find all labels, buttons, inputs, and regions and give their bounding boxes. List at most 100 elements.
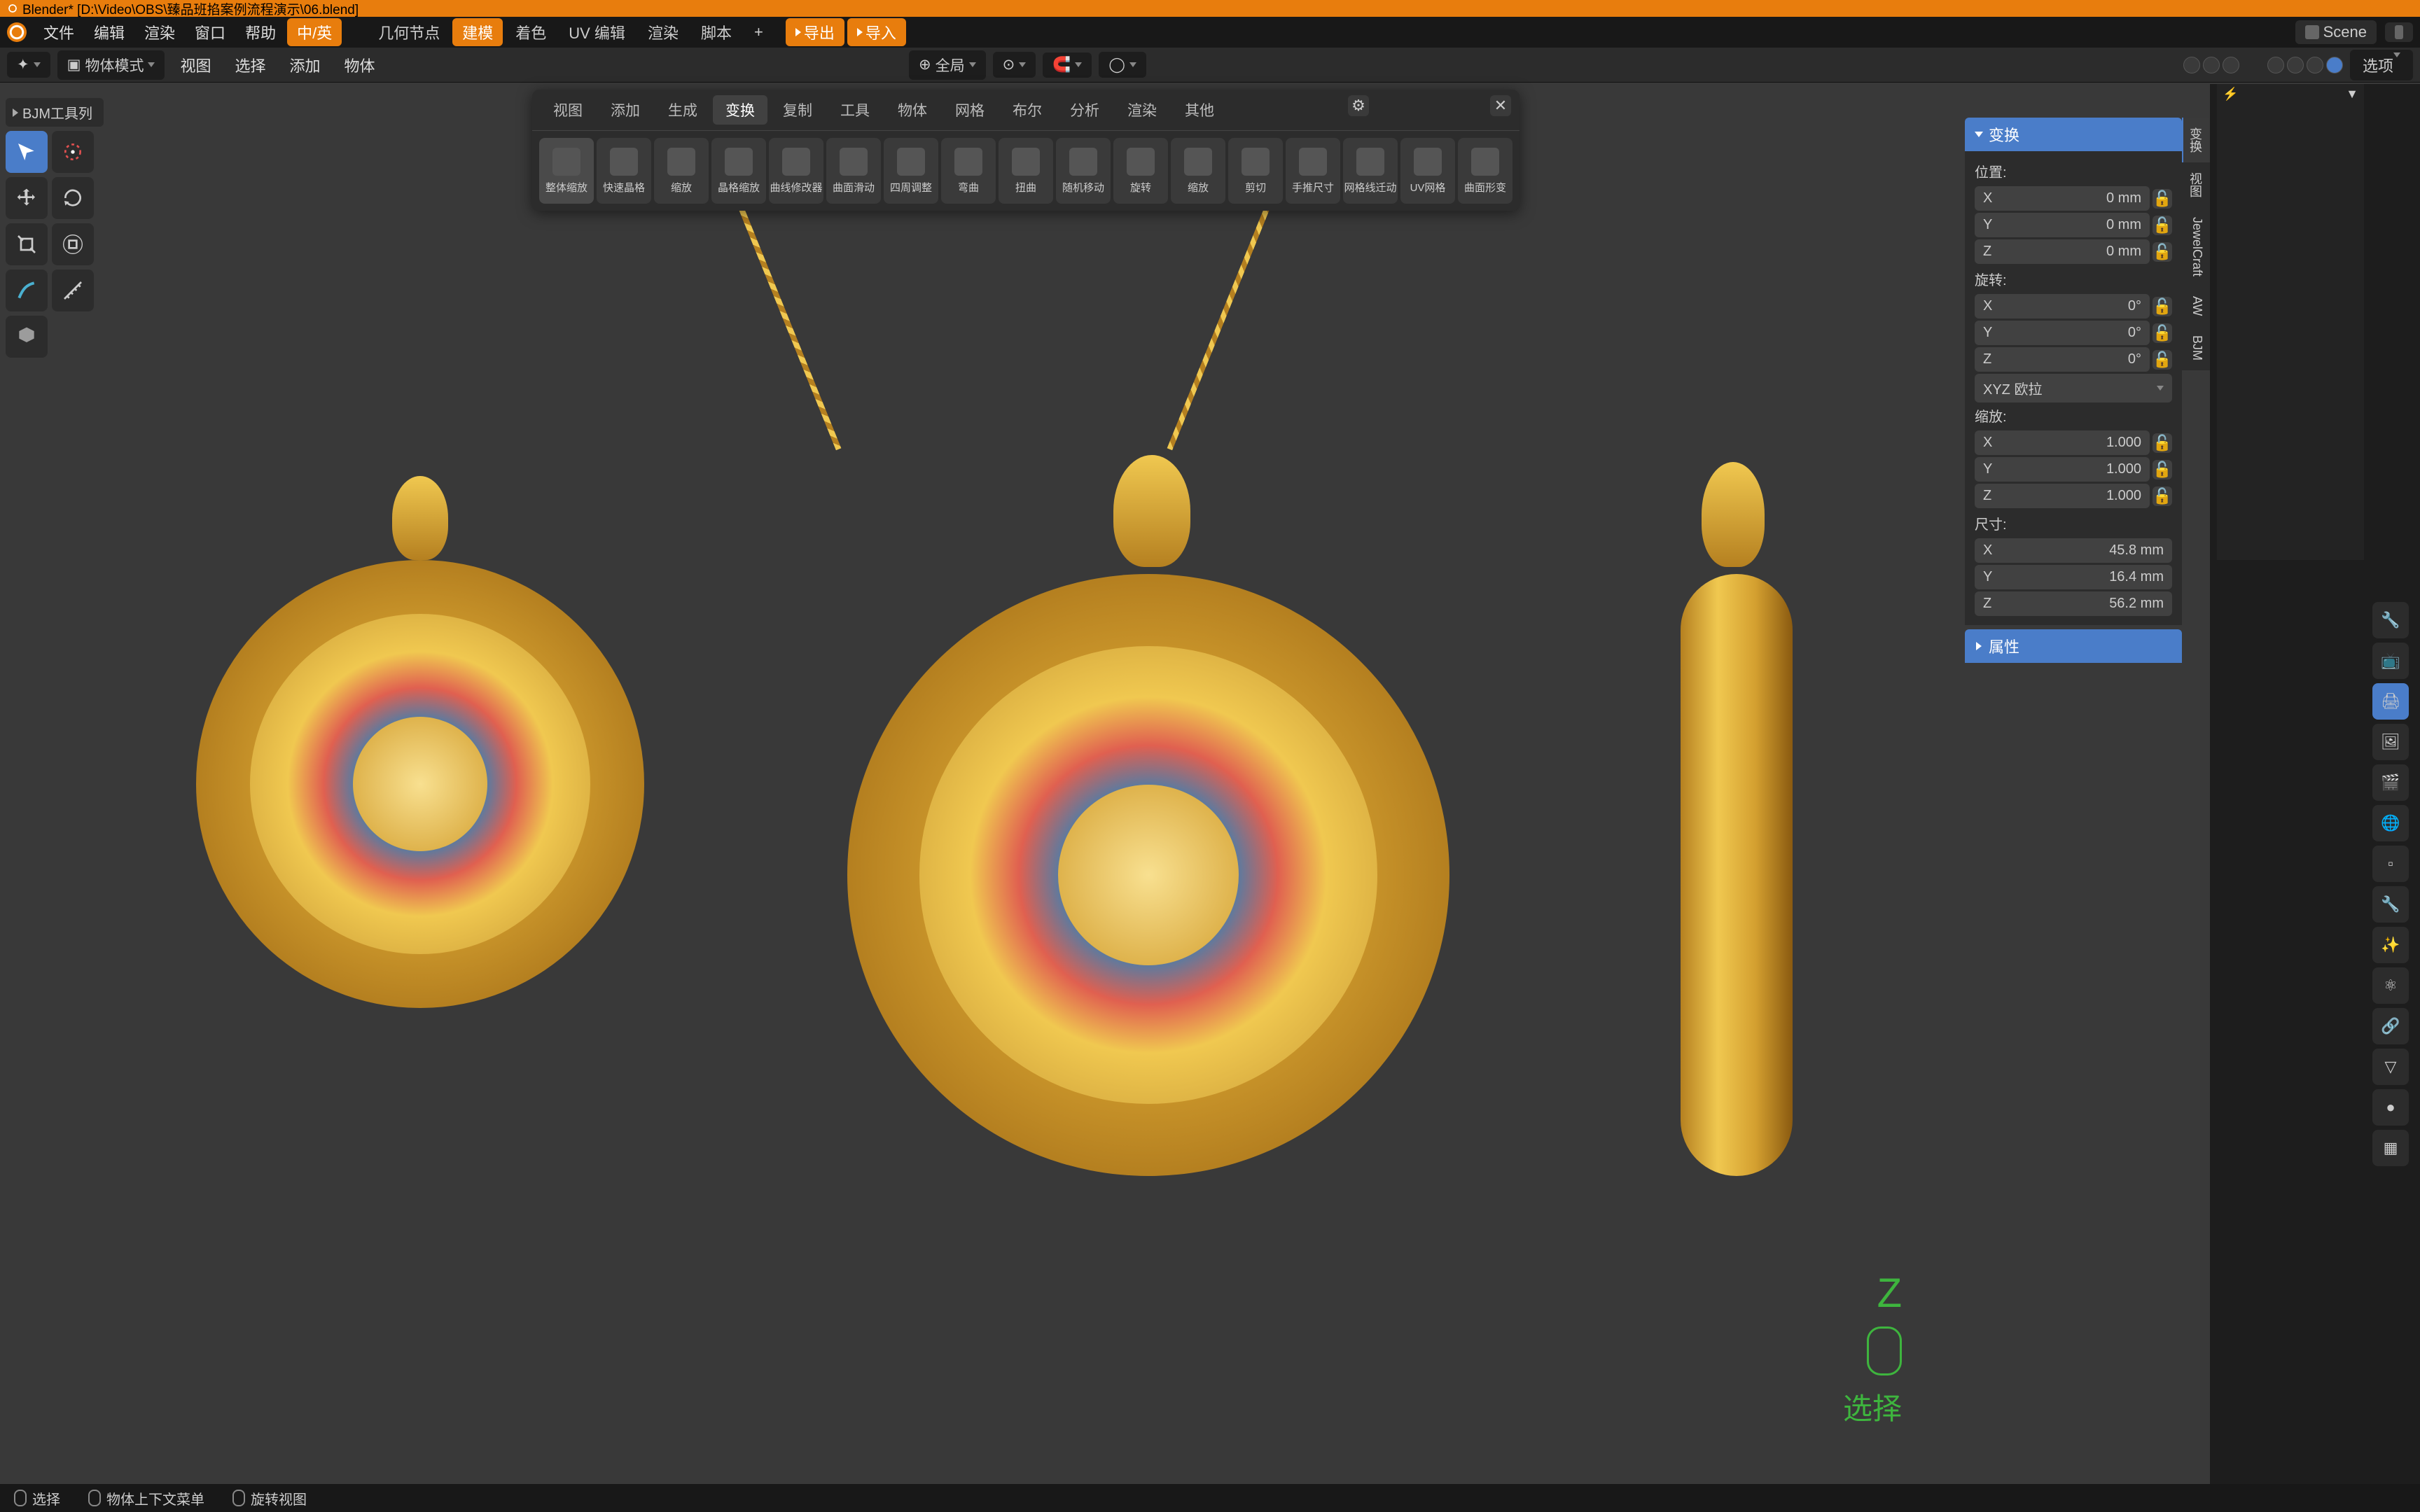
fp-tool[interactable]: 剪切 [1228,138,1283,204]
fp-tool[interactable]: 晶格缩放 [711,138,766,204]
tool-transform[interactable] [52,223,94,265]
rot-x[interactable]: X0° [1975,294,2150,318]
scene-selector[interactable]: Scene [2295,20,2377,44]
prop-material-icon[interactable]: ● [2372,1089,2409,1126]
prop-constraints-icon[interactable]: 🔗 [2372,1008,2409,1044]
fp-tab[interactable]: 复制 [770,95,825,125]
options-dropdown[interactable]: 选项 [2350,50,2413,80]
fp-tool[interactable]: 曲面滑动 [826,138,881,204]
rot-y[interactable]: Y0° [1975,321,2150,345]
lock-icon[interactable]: 🔓 [2153,323,2172,343]
tool-add-cube[interactable] [6,316,48,358]
prop-world-icon[interactable]: 🌐 [2372,805,2409,841]
fp-tab[interactable]: 其他 [1172,95,1227,125]
rot-z[interactable]: Z0° [1975,347,2150,372]
header-view[interactable]: 视图 [172,51,219,79]
fp-tool[interactable]: 整体缩放 [539,138,594,204]
fp-tool[interactable]: 网格线迁动 [1343,138,1398,204]
xray-icon[interactable] [2223,57,2239,74]
fp-tab[interactable]: 物体 [885,95,940,125]
workspace-add[interactable]: + [744,20,773,44]
menu-window[interactable]: 窗口 [186,18,234,46]
workspace-rendering[interactable]: 渲染 [638,18,688,46]
side-tab-aw[interactable]: AW [2182,286,2210,326]
viewlayer-selector[interactable] [2385,22,2413,42]
menu-render[interactable]: 渲染 [136,18,183,46]
prop-render-icon[interactable]: 📺 [2372,643,2409,679]
fp-tool[interactable]: 缩放 [654,138,709,204]
lock-icon[interactable]: 🔓 [2153,189,2172,209]
scale-y[interactable]: Y1.000 [1975,457,2150,482]
fp-tool[interactable]: 弯曲 [941,138,996,204]
tool-cursor[interactable] [52,131,94,173]
filter-icon[interactable]: ⚡ [2223,87,2238,102]
fp-tool[interactable]: 缩放 [1171,138,1225,204]
fp-tool[interactable]: 旋转 [1113,138,1168,204]
fp-tab[interactable]: 添加 [598,95,653,125]
prop-modifier-icon[interactable]: 🔧 [2372,886,2409,923]
import-button[interactable]: 导入 [847,18,906,46]
menu-help[interactable]: 帮助 [237,18,284,46]
proportional[interactable]: ◯ [1099,52,1146,78]
dim-y[interactable]: Y16.4 mm [1975,565,2172,589]
language-toggle[interactable]: 中/英 [287,18,342,46]
workspace-script[interactable]: 脚本 [691,18,742,46]
prop-tool-icon[interactable]: 🔧 [2372,602,2409,638]
export-button[interactable]: 导出 [786,18,844,46]
fp-tool[interactable]: 快速晶格 [597,138,651,204]
dim-z[interactable]: Z56.2 mm [1975,592,2172,616]
close-icon[interactable]: ✕ [1490,95,1511,116]
loc-y[interactable]: Y0 mm [1975,213,2150,237]
fp-tool[interactable]: 曲线修改器 [769,138,823,204]
header-add[interactable]: 添加 [281,51,328,79]
prop-texture-icon[interactable]: ▦ [2372,1130,2409,1166]
fp-tool[interactable]: 曲面形变 [1458,138,1512,204]
dim-x[interactable]: X45.8 mm [1975,538,2172,563]
menu-file[interactable]: 文件 [35,18,83,46]
gizmo-toggle-icon[interactable] [2203,57,2220,74]
wireframe-icon[interactable] [2267,57,2284,74]
side-tab-jewelcraft[interactable]: JewelCraft [2182,207,2210,286]
header-select[interactable]: 选择 [226,51,274,79]
fp-tab[interactable]: 视图 [541,95,595,125]
tool-measure[interactable] [52,270,94,312]
loc-x[interactable]: X0 mm [1975,186,2150,211]
scale-z[interactable]: Z1.000 [1975,484,2150,508]
prop-output-icon[interactable]: 🖨 [2372,683,2409,720]
tool-select-box[interactable] [6,131,48,173]
rendered-icon[interactable] [2326,57,2343,74]
3d-viewport[interactable]: Z 选择 [0,84,2182,1484]
solid-icon[interactable] [2287,57,2304,74]
prop-physics-icon[interactable]: ⚛ [2372,967,2409,1004]
shading-modes[interactable] [2267,57,2343,74]
side-tab-bjm[interactable]: BJM [2182,326,2210,370]
workspace-geo-nodes[interactable]: 几何节点 [368,18,450,46]
snap[interactable]: 🧲 [1043,52,1092,78]
workspace-shading[interactable]: 着色 [506,18,556,46]
lock-icon[interactable]: 🔓 [2153,242,2172,262]
fp-tool[interactable]: 随机移动 [1056,138,1111,204]
scale-x[interactable]: X1.000 [1975,430,2150,455]
editor-type[interactable]: ✦ [7,52,50,78]
filter-icon[interactable]: ▼ [2346,87,2358,102]
fp-tool[interactable]: 扭曲 [999,138,1053,204]
lock-icon[interactable]: 🔓 [2153,216,2172,235]
prop-data-icon[interactable]: ▽ [2372,1049,2409,1085]
tool-scale[interactable] [6,223,48,265]
fp-tab[interactable]: 渲染 [1115,95,1169,125]
overlay-icon[interactable] [2183,57,2200,74]
toolbar-title[interactable]: BJM工具列 [6,98,104,127]
fp-tab[interactable]: 布尔 [1000,95,1055,125]
fp-tab[interactable]: 工具 [828,95,882,125]
menu-edit[interactable]: 编辑 [85,18,133,46]
matpreview-icon[interactable] [2307,57,2323,74]
fp-tab-active[interactable]: 变换 [713,95,767,125]
prop-viewlayer-icon[interactable]: 🖼 [2372,724,2409,760]
lock-icon[interactable]: 🔓 [2153,350,2172,370]
settings-icon[interactable]: ⚙ [1348,95,1369,116]
pivot[interactable]: ⊙ [993,52,1036,78]
tool-annotate[interactable] [6,270,48,312]
prop-scene-icon[interactable]: 🎬 [2372,764,2409,801]
side-tab-view[interactable]: 视图 [2182,162,2210,207]
lock-icon[interactable]: 🔓 [2153,486,2172,506]
